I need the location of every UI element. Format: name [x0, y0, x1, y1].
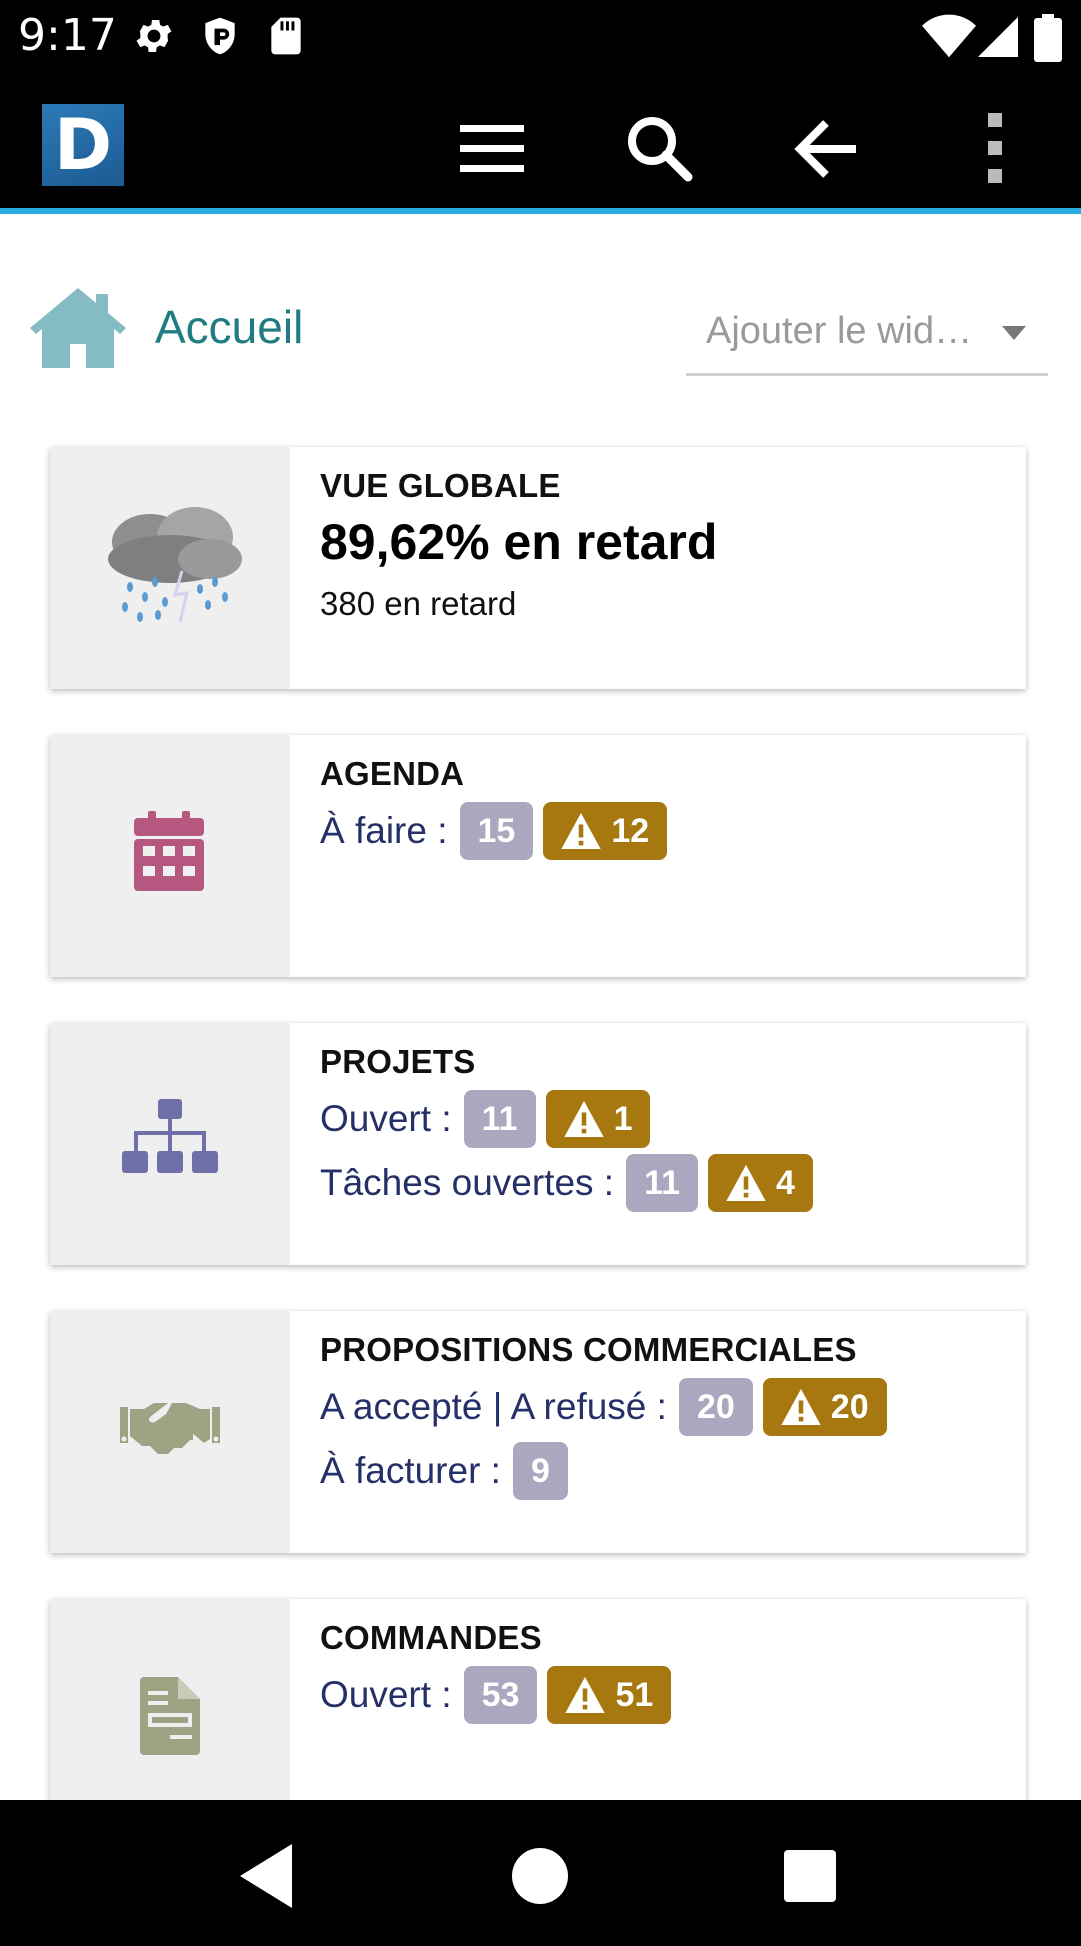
stat-row: Ouvert : 53 51	[320, 1665, 1006, 1725]
nav-home-icon[interactable]	[500, 1836, 580, 1916]
warning-icon	[726, 1165, 766, 1201]
card-icon-area	[50, 1311, 290, 1553]
app-bar: D	[0, 74, 1081, 214]
status-time: 9:17	[18, 10, 117, 61]
nav-back-icon[interactable]	[228, 1836, 308, 1916]
storm-cloud-icon	[108, 507, 242, 623]
status-bar: 9:17	[0, 0, 1081, 74]
app-logo[interactable]: D	[42, 104, 124, 186]
shield-icon	[205, 17, 235, 55]
stat-row: Tâches ouvertes : 11 4	[320, 1153, 1006, 1213]
add-widget-value: Ajouter le wid…	[706, 310, 973, 352]
calendar-icon	[134, 811, 204, 891]
card-title: AGENDA	[320, 755, 465, 792]
stat-row: À faire : 15 12	[320, 801, 1006, 861]
count-badge[interactable]: 20	[678, 1378, 753, 1436]
stat-row: À facturer : 9	[320, 1441, 1006, 1501]
row-label: A accepté | A refusé :	[320, 1386, 667, 1427]
card-title: VUE GLOBALE	[320, 467, 561, 504]
global-view-card[interactable]: VUE GLOBALE 89,62% en retard 380 en reta…	[50, 447, 1026, 689]
warning-icon	[563, 1101, 604, 1137]
card-body: PROJETS Ouvert : 11 1 Tâches ouvertes : …	[320, 1043, 1006, 1213]
card-body: AGENDA À faire : 15 12	[320, 755, 1006, 861]
handshake-icon	[120, 1403, 220, 1454]
late-count: 4	[776, 1163, 795, 1202]
late-count: 1	[613, 1099, 633, 1138]
count-badge[interactable]: 15	[459, 802, 534, 860]
projects-card[interactable]: PROJETS Ouvert : 11 1 Tâches ouvertes : …	[50, 1023, 1026, 1265]
late-badge[interactable]: 51	[547, 1666, 672, 1724]
late-count: 51	[615, 1675, 654, 1714]
row-label: Ouvert :	[320, 1098, 452, 1139]
stat-row: A accepté | A refusé : 20 20	[320, 1377, 1006, 1437]
late-count: 380 en retard	[320, 585, 517, 622]
card-icon-area	[50, 447, 290, 689]
signal-icon	[978, 17, 1018, 57]
gear-icon	[136, 20, 172, 52]
row-label: Tâches ouvertes :	[320, 1162, 615, 1203]
document-icon	[140, 1677, 200, 1755]
menu-icon[interactable]	[452, 109, 532, 189]
battery-icon	[1034, 14, 1062, 62]
page-title: Accueil	[155, 301, 304, 353]
logo-letter: D	[53, 104, 113, 186]
home-icon	[30, 288, 126, 368]
agenda-card[interactable]: AGENDA À faire : 15 12	[50, 735, 1026, 977]
search-icon[interactable]	[620, 109, 700, 189]
late-badge[interactable]: 20	[762, 1378, 887, 1436]
row-label: Ouvert :	[320, 1674, 452, 1715]
back-arrow-icon[interactable]	[788, 109, 868, 189]
nav-recents-icon[interactable]	[770, 1836, 850, 1916]
row-label: À faire :	[320, 810, 448, 851]
chevron-down-icon	[1002, 326, 1026, 340]
card-icon-area	[50, 735, 290, 977]
warning-icon	[561, 813, 601, 849]
wifi-icon	[922, 14, 976, 58]
warning-icon	[781, 1389, 821, 1425]
system-nav-bar	[0, 1800, 1081, 1946]
stat-row: Ouvert : 11 1	[320, 1089, 1006, 1149]
card-title: PROPOSITIONS COMMERCIALES	[320, 1331, 857, 1368]
card-title: PROJETS	[320, 1043, 476, 1080]
card-title: COMMANDES	[320, 1619, 542, 1656]
proposals-card[interactable]: PROPOSITIONS COMMERCIALES A accepté | A …	[50, 1311, 1026, 1553]
late-count: 12	[611, 811, 650, 850]
late-badge[interactable]: 1	[545, 1090, 651, 1148]
card-icon-area	[50, 1023, 290, 1265]
late-badge[interactable]: 4	[708, 1154, 813, 1212]
late-badge[interactable]: 12	[543, 802, 668, 860]
warning-icon	[565, 1677, 606, 1713]
count-badge[interactable]: 11	[463, 1090, 536, 1148]
late-count: 20	[830, 1387, 869, 1426]
card-body: COMMANDES Ouvert : 53 51	[320, 1619, 1006, 1725]
org-chart-icon	[122, 1099, 218, 1173]
count-badge[interactable]: 11	[626, 1154, 699, 1212]
row-label: À facturer :	[320, 1450, 501, 1491]
card-body: PROPOSITIONS COMMERCIALES A accepté | A …	[320, 1331, 1006, 1501]
late-percentage: 89,62% en retard	[320, 514, 718, 570]
more-vert-icon[interactable]	[956, 109, 1036, 189]
count-badge[interactable]: 9	[512, 1442, 568, 1500]
add-widget-select[interactable]: Ajouter le wid…	[686, 302, 1048, 376]
sd-card-icon	[271, 17, 301, 55]
card-body: VUE GLOBALE 89,62% en retard 380 en reta…	[320, 467, 1006, 623]
count-badge[interactable]: 53	[463, 1666, 538, 1724]
